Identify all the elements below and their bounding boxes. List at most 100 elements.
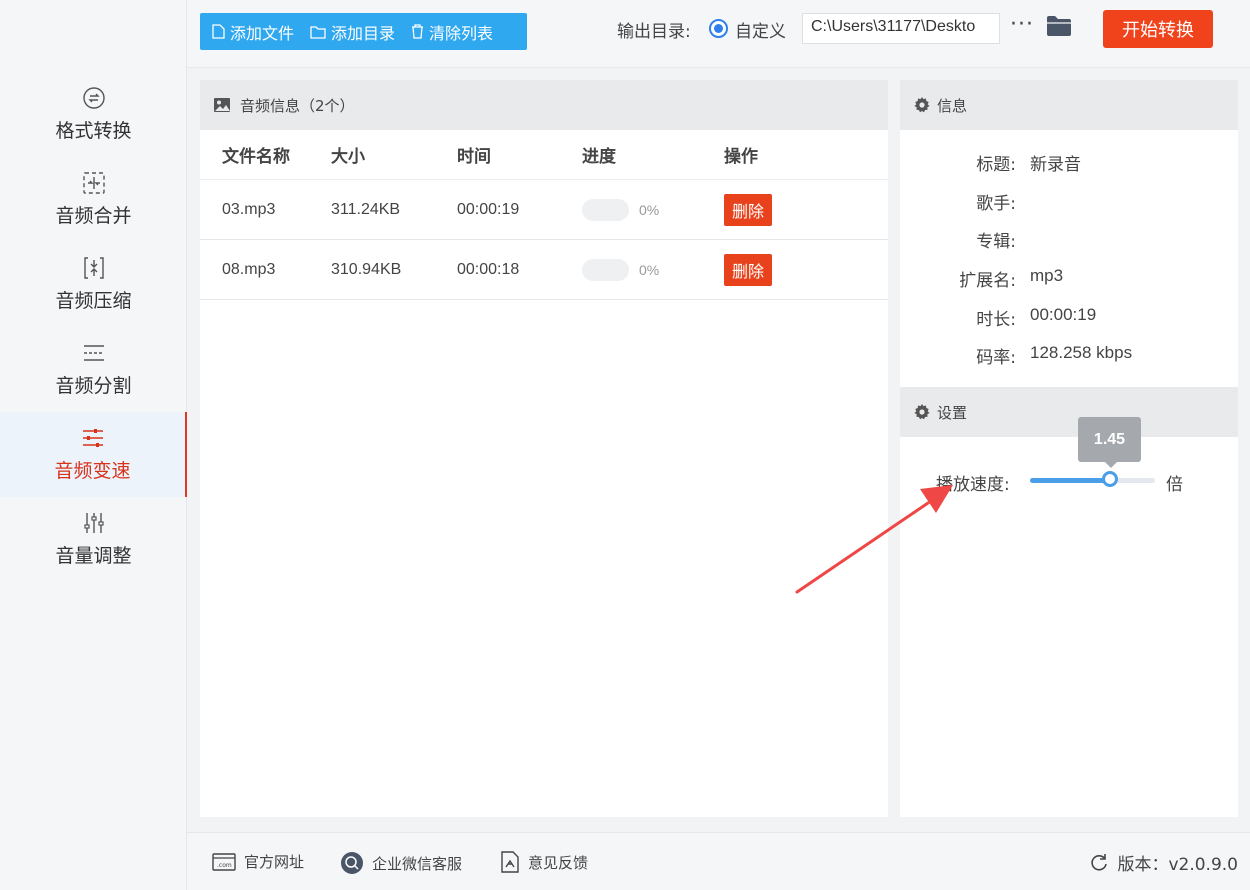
refresh-icon bbox=[1091, 853, 1108, 871]
speed-slider-fill bbox=[1030, 478, 1110, 483]
speed-slider-thumb[interactable] bbox=[1102, 471, 1118, 487]
sidebar-item-label: 音频分割 bbox=[55, 375, 132, 397]
info-field-artist: 歌手: bbox=[900, 189, 1238, 219]
info-key: 码率: bbox=[976, 348, 1016, 368]
column-header-size: 大小 bbox=[331, 147, 365, 167]
feedback-label: 意见反馈 bbox=[528, 853, 589, 872]
wechat-support-link[interactable]: 企业微信客服 bbox=[340, 851, 462, 875]
merge-icon bbox=[82, 171, 106, 195]
custom-output-radio-label[interactable]: 自定义 bbox=[735, 17, 786, 42]
svg-text:.com: .com bbox=[217, 862, 232, 869]
compress-icon bbox=[82, 256, 106, 280]
column-header-action: 操作 bbox=[724, 147, 758, 167]
sidebar: 格式转换 音频合并 音频压缩 音频分割 音频变速 音量调整 bbox=[0, 0, 187, 890]
image-icon bbox=[214, 98, 230, 112]
sidebar-item-split[interactable]: 音频分割 bbox=[0, 327, 187, 412]
trash-icon bbox=[412, 24, 424, 39]
sidebar-item-label: 音频变速 bbox=[54, 460, 131, 482]
info-header: 信息 bbox=[900, 80, 1238, 130]
table-row[interactable]: 08.mp3 310.94KB 00:00:18 0% 删除 bbox=[200, 240, 888, 300]
format-convert-icon bbox=[82, 86, 106, 110]
column-header-name: 文件名称 bbox=[222, 147, 290, 167]
settings-title: 设置 bbox=[937, 403, 968, 422]
file-duration: 00:00:19 bbox=[457, 200, 520, 218]
delete-button[interactable]: 删除 bbox=[724, 193, 773, 226]
file-size: 311.24KB bbox=[331, 200, 401, 218]
table-row[interactable]: 03.mp3 311.24KB 00:00:19 0% 删除 bbox=[200, 180, 888, 240]
annotation-arrow bbox=[795, 485, 953, 594]
volume-sliders-icon bbox=[82, 511, 106, 535]
info-field-title: 标题: 新录音 bbox=[900, 150, 1238, 180]
output-path-input[interactable]: C:\Users\31177\Deskto bbox=[802, 13, 1000, 44]
info-key: 时长: bbox=[976, 310, 1016, 330]
sidebar-item-merge[interactable]: 音频合并 bbox=[0, 157, 187, 242]
footer: .com 官方网址 企业微信客服 意见反馈 版本：v2.0.9.0 bbox=[187, 832, 1250, 890]
add-file-label: 添加文件 bbox=[230, 23, 295, 43]
sidebar-item-speed[interactable]: 音频变速 bbox=[0, 412, 187, 497]
sidebar-item-compress[interactable]: 音频压缩 bbox=[0, 242, 187, 327]
progress-bar bbox=[582, 198, 629, 221]
more-options-button[interactable]: ··· bbox=[1010, 12, 1034, 37]
file-icon bbox=[212, 24, 225, 39]
speed-icon bbox=[81, 426, 105, 450]
sidebar-item-volume[interactable]: 音量调整 bbox=[0, 497, 187, 582]
audio-panel-header: 音频信息（2个） bbox=[200, 80, 888, 130]
gear-icon bbox=[914, 404, 930, 420]
info-field-album: 专辑: bbox=[900, 227, 1238, 257]
speed-unit-label: 倍 bbox=[1166, 475, 1183, 495]
open-folder-icon[interactable] bbox=[1046, 15, 1072, 41]
website-label: 官方网址 bbox=[244, 853, 305, 871]
column-header-time: 时间 bbox=[457, 147, 491, 167]
sidebar-item-label: 音频压缩 bbox=[55, 290, 132, 312]
add-file-button[interactable]: 添加文件 bbox=[212, 20, 294, 44]
audio-file-panel: 音频信息（2个） 文件名称 大小 时间 进度 操作 03.mp3 311.24K… bbox=[200, 80, 888, 817]
file-name: 08.mp3 bbox=[222, 260, 276, 278]
info-settings-panel: 信息 标题: 新录音 歌手: 专辑: 扩展名: mp3 时长: 00:00:19… bbox=[900, 80, 1238, 817]
info-field-duration: 时长: 00:00:19 bbox=[900, 305, 1238, 335]
folder-outline-icon bbox=[310, 25, 326, 39]
feedback-link[interactable]: 意见反馈 bbox=[500, 851, 588, 873]
file-name: 03.mp3 bbox=[222, 200, 276, 218]
split-icon bbox=[82, 341, 106, 365]
speed-slider-track[interactable] bbox=[1030, 478, 1155, 483]
file-tool-group: 添加文件 添加目录 清除列表 bbox=[200, 13, 527, 50]
info-title: 信息 bbox=[937, 96, 968, 115]
info-value: mp3 bbox=[1030, 266, 1064, 285]
version-info[interactable]: 版本：v2.0.9.0 bbox=[1089, 850, 1238, 875]
sidebar-item-label: 音频合并 bbox=[55, 205, 132, 227]
column-header-progress: 进度 bbox=[582, 147, 616, 167]
start-convert-button[interactable]: 开始转换 bbox=[1103, 10, 1213, 48]
sidebar-item-label: 格式转换 bbox=[55, 120, 132, 142]
website-icon: .com bbox=[212, 852, 236, 871]
info-value: 00:00:19 bbox=[1030, 305, 1097, 324]
progress-bar bbox=[582, 258, 629, 281]
progress-text: 0% bbox=[639, 201, 660, 218]
info-field-extension: 扩展名: mp3 bbox=[900, 266, 1238, 296]
sidebar-item-label: 音量调整 bbox=[55, 545, 132, 567]
custom-output-radio[interactable] bbox=[709, 19, 728, 38]
file-size: 310.94KB bbox=[331, 260, 402, 278]
info-field-bitrate: 码率: 128.258 kbps bbox=[900, 343, 1238, 373]
add-directory-button[interactable]: 添加目录 bbox=[310, 20, 395, 44]
info-key: 歌手: bbox=[976, 194, 1016, 214]
wechat-icon bbox=[341, 852, 363, 874]
add-directory-label: 添加目录 bbox=[331, 23, 396, 43]
info-key: 专辑: bbox=[976, 232, 1016, 252]
clear-list-label: 清除列表 bbox=[429, 23, 494, 43]
info-value: 新录音 bbox=[1030, 155, 1081, 174]
clear-list-button[interactable]: 清除列表 bbox=[411, 20, 493, 44]
feedback-icon bbox=[501, 851, 519, 873]
info-value: 128.258 kbps bbox=[1030, 343, 1133, 362]
audio-panel-title: 音频信息（2个） bbox=[240, 96, 355, 115]
progress-text: 0% bbox=[639, 261, 660, 278]
info-key: 标题: bbox=[976, 155, 1016, 175]
info-key: 扩展名: bbox=[959, 271, 1016, 291]
file-duration: 00:00:18 bbox=[457, 260, 520, 278]
gear-icon bbox=[914, 97, 930, 113]
settings-header: 设置 bbox=[900, 387, 1238, 437]
version-label: 版本：v2.0.9.0 bbox=[1117, 855, 1238, 875]
speed-tooltip: 1.45 bbox=[1078, 417, 1141, 468]
sidebar-item-format-convert[interactable]: 格式转换 bbox=[0, 72, 187, 157]
delete-button[interactable]: 删除 bbox=[724, 253, 773, 286]
website-link[interactable]: .com 官方网址 bbox=[212, 851, 304, 872]
